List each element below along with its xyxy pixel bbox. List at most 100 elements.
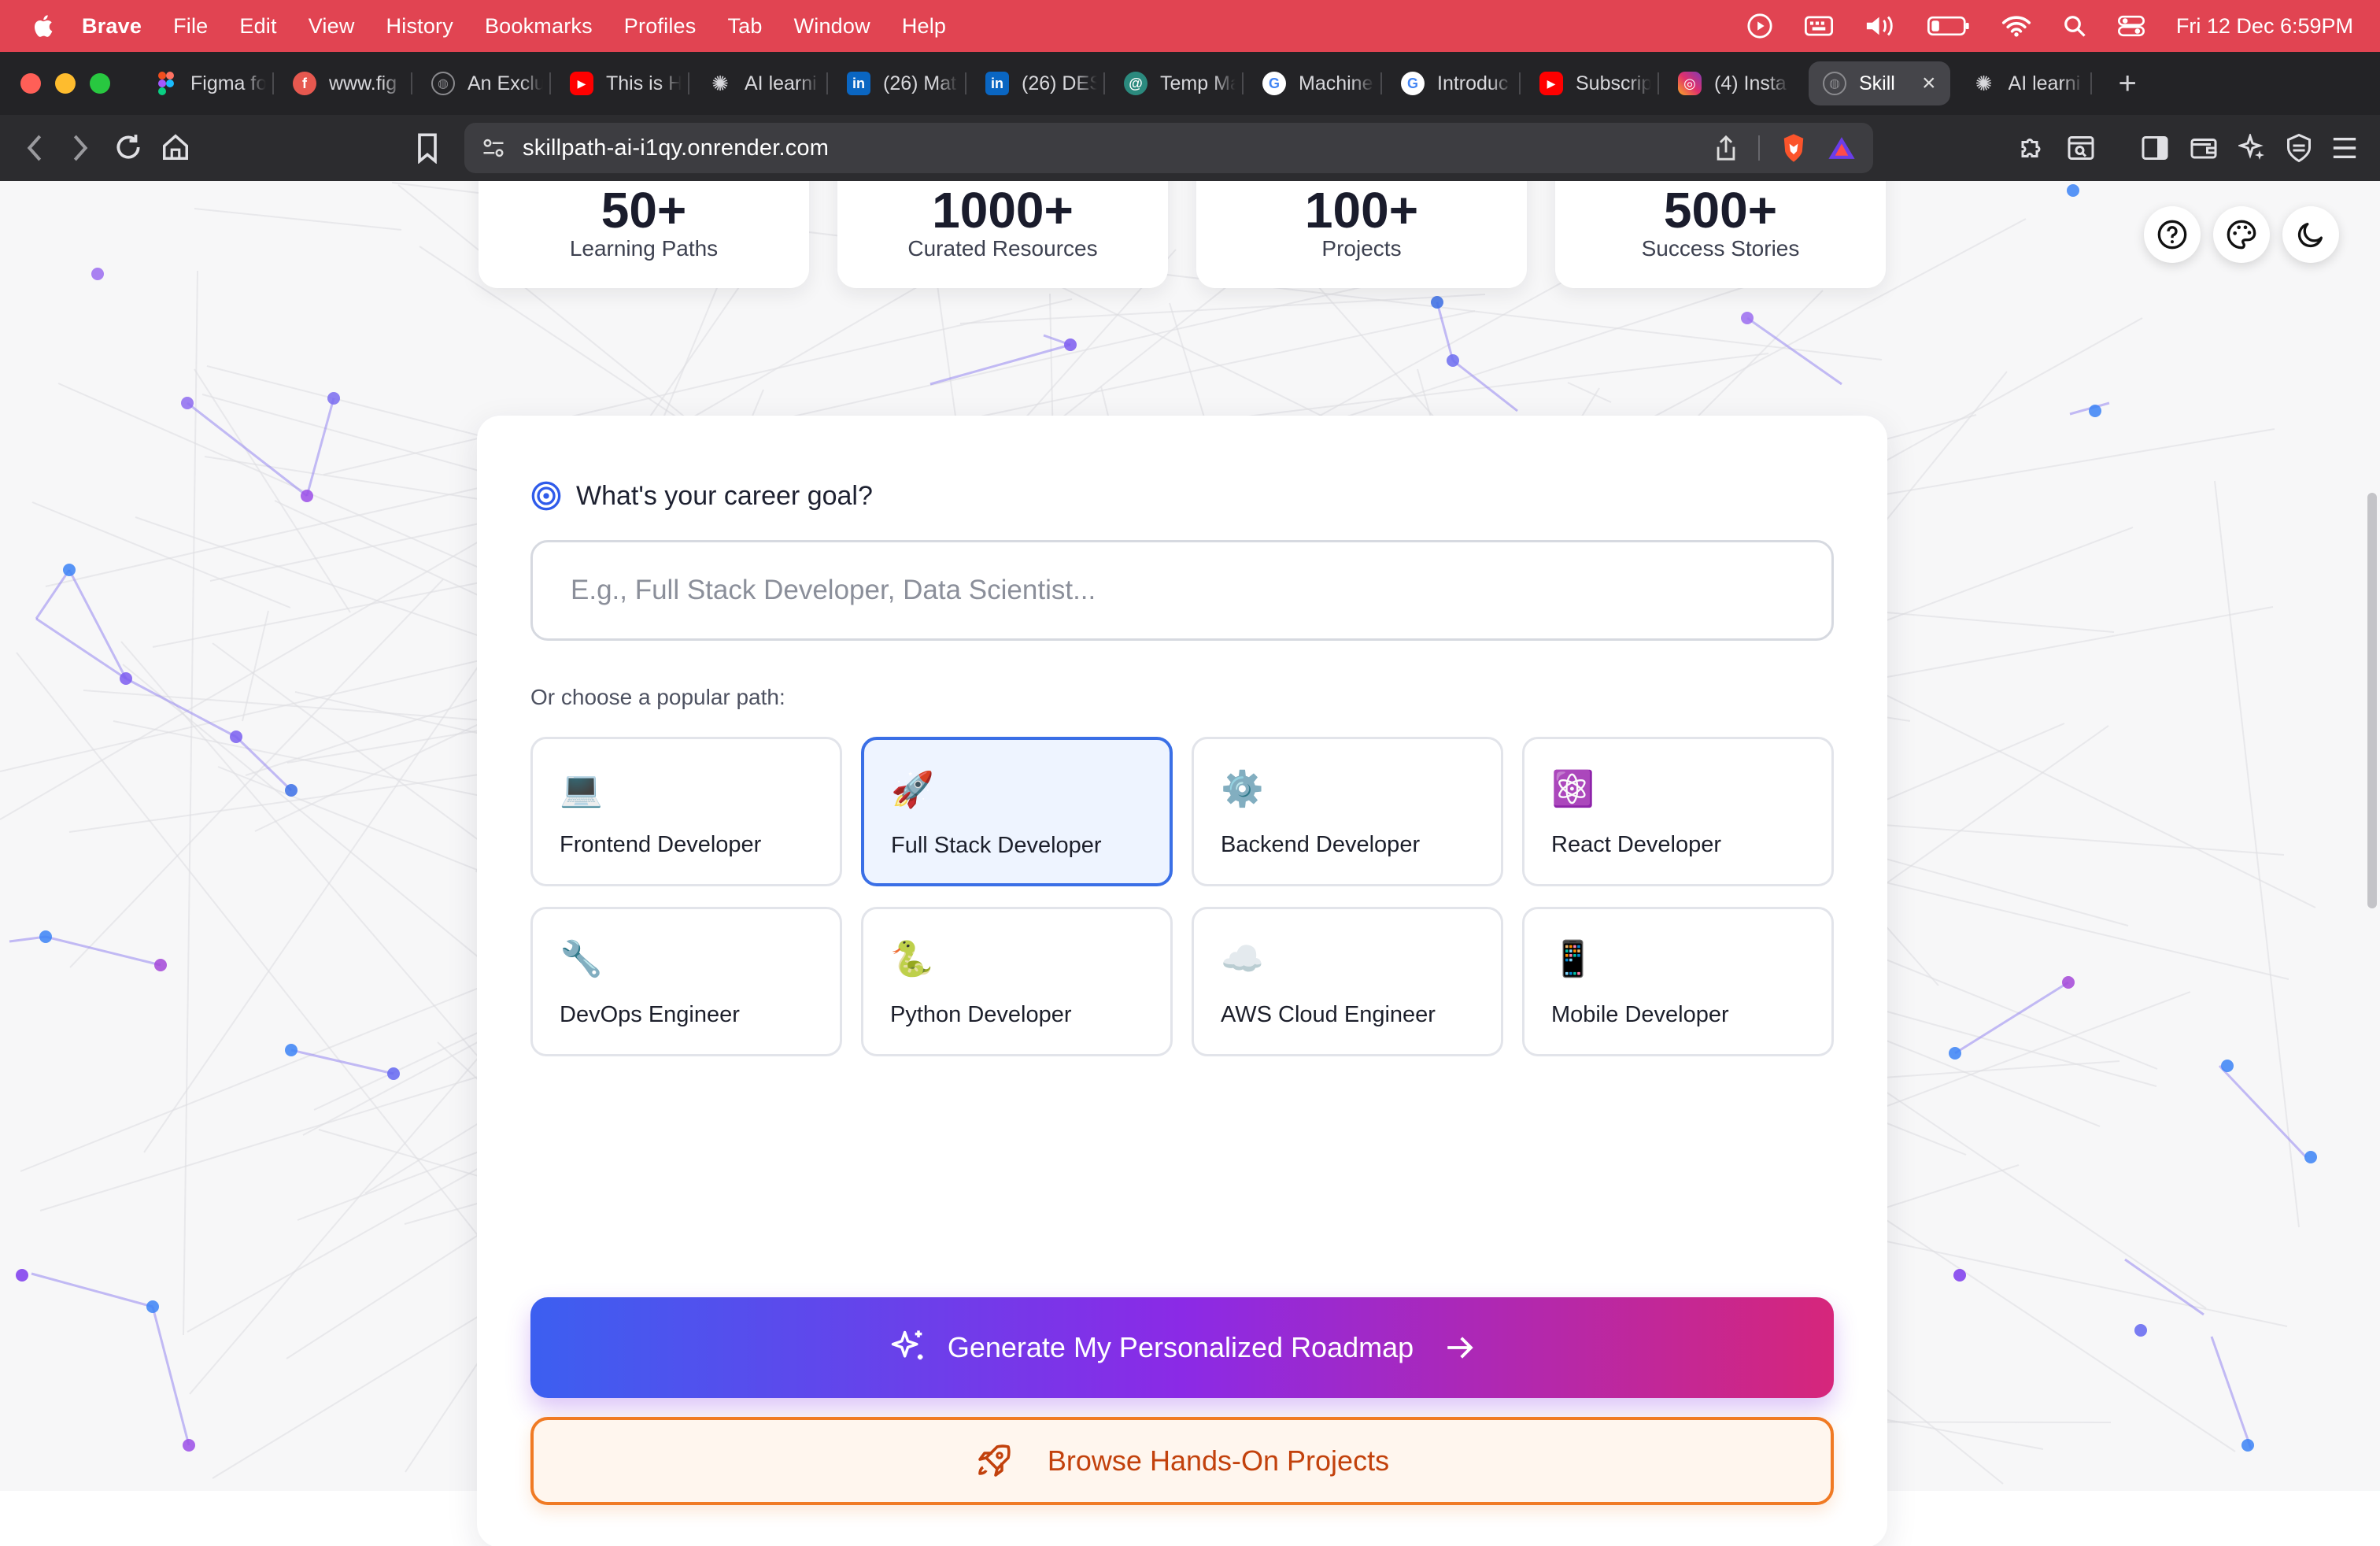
sidebar-toggle-button[interactable]	[2141, 134, 2169, 162]
figma-icon	[154, 72, 178, 95]
youtube-icon: ▶	[570, 72, 593, 95]
path-card-devops-engineer[interactable]: 🔧 DevOps Engineer	[530, 907, 842, 1056]
menu-edit[interactable]: Edit	[239, 14, 276, 39]
menu-history[interactable]: History	[386, 14, 453, 39]
home-button[interactable]	[161, 132, 190, 162]
tab-11[interactable]: ◎ (4) Insta	[1670, 61, 1798, 105]
path-card-aws-cloud-engineer[interactable]: ☁️ AWS Cloud Engineer	[1192, 907, 1503, 1056]
play-circle-icon[interactable]	[1746, 13, 1773, 39]
path-emoji-icon: 🚀	[891, 771, 934, 809]
menu-view[interactable]: View	[309, 14, 355, 39]
tab-2[interactable]: ◍ An Exclu	[423, 61, 551, 105]
menu-bookmarks[interactable]: Bookmarks	[485, 14, 593, 39]
tab-9[interactable]: G Introduc	[1393, 61, 1521, 105]
path-card-full-stack-developer[interactable]: 🚀 Full Stack Developer	[861, 737, 1173, 886]
menu-app-name[interactable]: Brave	[82, 14, 142, 39]
close-window-button[interactable]	[20, 73, 41, 94]
tab-8[interactable]: G Machine	[1255, 61, 1382, 105]
sparkles-icon	[891, 1330, 923, 1360]
tab-title: AI learni	[2008, 72, 2081, 94]
tab-title: (26) Mat	[883, 72, 957, 94]
tab-10[interactable]: ▶ Subscrip	[1532, 61, 1659, 105]
bookmark-icon	[418, 133, 437, 164]
tab-7[interactable]: @ Temp Ma	[1116, 61, 1244, 105]
tab-0[interactable]: Figma fo	[146, 61, 274, 105]
browse-projects-button[interactable]: Browse Hands-On Projects	[530, 1417, 1834, 1505]
control-center-icon[interactable]	[2117, 14, 2145, 38]
tab-separator	[272, 72, 274, 94]
temp-mail-icon: @	[1124, 72, 1148, 95]
scrollbar-track[interactable]	[2363, 181, 2380, 1491]
tab-title: This is H	[606, 72, 682, 94]
address-bar-actions	[1714, 123, 1856, 173]
instagram-icon: ◎	[1678, 72, 1702, 95]
scrollbar-thumb[interactable]	[2367, 493, 2377, 908]
tab-3[interactable]: ▶ This is H	[562, 61, 689, 105]
path-card-react-developer[interactable]: ⚛️ React Developer	[1522, 737, 1834, 886]
share-icon[interactable]	[1714, 135, 1738, 161]
tab-separator	[965, 72, 966, 94]
help-button[interactable]	[2144, 206, 2201, 263]
sidebar-icon	[2142, 136, 2168, 160]
tab-6[interactable]: in (26) DES	[978, 61, 1105, 105]
path-emoji-icon: 🔧	[560, 940, 603, 978]
spotlight-search-icon[interactable]	[2063, 14, 2086, 38]
site-settings-icon[interactable]	[482, 136, 505, 160]
openai-icon: ✺	[1975, 71, 1993, 95]
globe-icon: ◍	[1823, 72, 1846, 95]
forward-button[interactable]	[69, 132, 91, 164]
wifi-icon[interactable]	[2001, 14, 2031, 38]
target-icon	[531, 481, 561, 511]
career-goal-input[interactable]	[530, 540, 1834, 641]
brave-rewards-icon[interactable]	[1828, 135, 1856, 161]
leo-ai-button[interactable]	[2238, 134, 2267, 162]
vpn-button[interactable]	[2286, 134, 2312, 162]
path-card-backend-developer[interactable]: ⚙️ Backend Developer	[1192, 737, 1503, 886]
volume-icon[interactable]	[1864, 13, 1896, 39]
stat-value: 50+	[601, 182, 687, 239]
brave-shields-icon[interactable]	[1780, 133, 1807, 163]
main-menu-button[interactable]	[2331, 135, 2358, 161]
new-tab-button[interactable]: +	[2119, 66, 2137, 102]
path-card-python-developer[interactable]: 🐍 Python Developer	[861, 907, 1173, 1056]
puzzle-icon	[2021, 139, 2041, 157]
keyboard-icon[interactable]	[1804, 14, 1833, 38]
battery-icon[interactable]	[1927, 15, 1970, 37]
tab-4[interactable]: ✺ AI learni	[700, 61, 828, 105]
menu-file[interactable]: File	[173, 14, 208, 39]
bookmark-button[interactable]	[416, 132, 439, 164]
tab-1[interactable]: f www.fig	[285, 61, 412, 105]
close-tab-icon[interactable]: ×	[1922, 70, 1936, 97]
extensions-button[interactable]	[2018, 134, 2046, 162]
path-card-mobile-developer[interactable]: 📱 Mobile Developer	[1522, 907, 1834, 1056]
browser-toolbar: skillpath-ai-i1qy.onrender.com	[0, 115, 2380, 181]
path-label: Mobile Developer	[1551, 1002, 1729, 1027]
path-label: DevOps Engineer	[560, 1002, 740, 1027]
back-button[interactable]	[24, 132, 46, 164]
theme-palette-button[interactable]	[2213, 206, 2270, 263]
url-text[interactable]: skillpath-ai-i1qy.onrender.com	[523, 135, 829, 161]
generate-roadmap-button[interactable]: Generate My Personalized Roadmap	[530, 1297, 1834, 1398]
wallet-button[interactable]	[2190, 134, 2218, 162]
google-icon: G	[1401, 72, 1425, 95]
path-card-frontend-developer[interactable]: 💻 Frontend Developer	[530, 737, 842, 886]
tab-13[interactable]: ✺ AI learni	[1964, 61, 2092, 105]
minimize-window-button[interactable]	[55, 73, 76, 94]
tab-5[interactable]: in (26) Mat	[839, 61, 966, 105]
menu-profiles[interactable]: Profiles	[624, 14, 697, 39]
menu-help[interactable]: Help	[902, 14, 946, 39]
menu-window[interactable]: Window	[794, 14, 870, 39]
apple-logo-icon[interactable]	[31, 13, 54, 39]
path-emoji-icon: ⚛️	[1551, 770, 1595, 808]
reader-mode-button[interactable]	[2067, 134, 2095, 162]
address-bar[interactable]: skillpath-ai-i1qy.onrender.com	[464, 123, 1873, 173]
dark-mode-button[interactable]	[2282, 206, 2339, 263]
globe-icon: ◍	[431, 72, 455, 95]
tab-active[interactable]: ◍ Skill ×	[1809, 61, 1950, 105]
zoom-window-button[interactable]	[90, 73, 110, 94]
tab-list: Figma fo f www.fig ◍ An Exclu ▶ This is H ✺ AI l…	[146, 61, 2103, 105]
menu-tab[interactable]: Tab	[727, 14, 762, 39]
menubar-clock[interactable]: Fri 12 Dec 6:59PM	[2176, 14, 2353, 39]
generate-roadmap-label: Generate My Personalized Roadmap	[947, 1331, 1414, 1363]
reload-button[interactable]	[113, 132, 143, 162]
